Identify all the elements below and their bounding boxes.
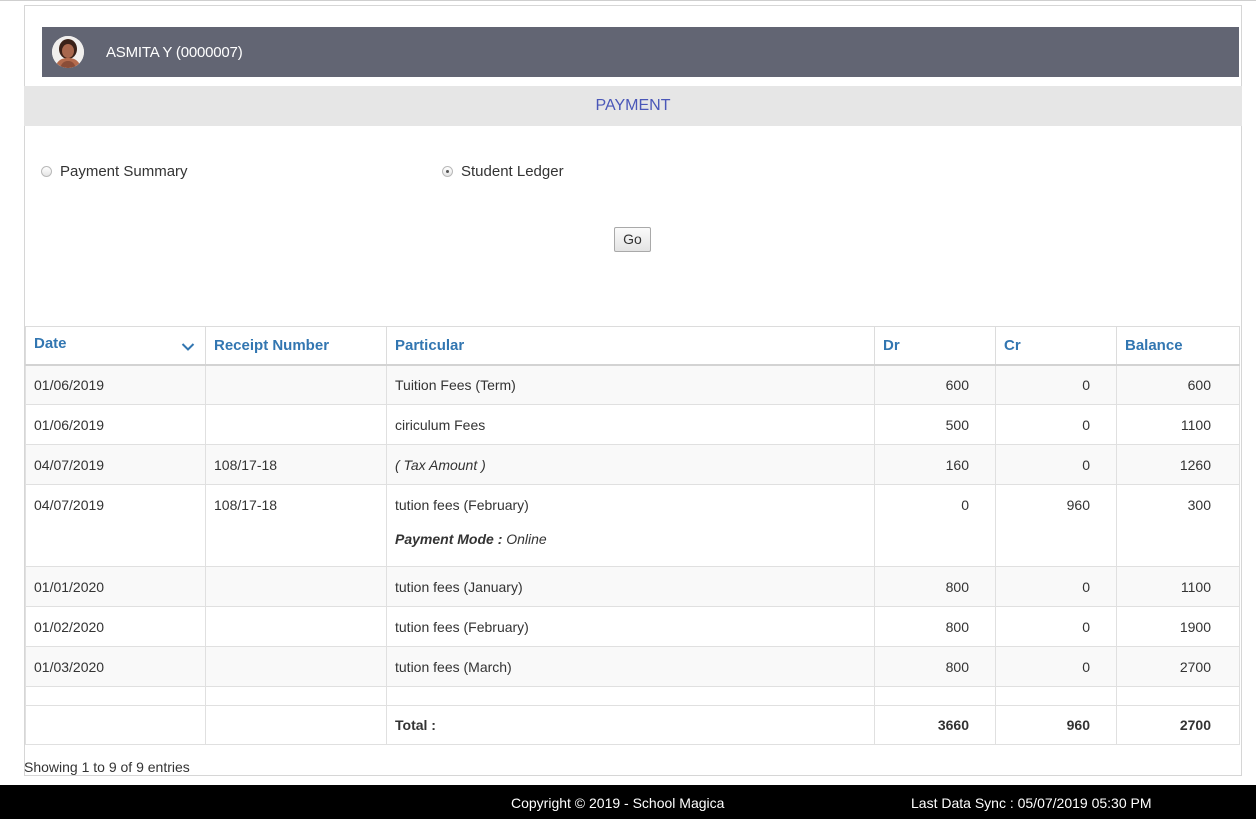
dr-cell: 500 bbox=[874, 404, 996, 445]
dr-cell: 800 bbox=[874, 606, 996, 647]
receipt-cell bbox=[205, 404, 387, 445]
column-header-dr[interactable]: Dr bbox=[874, 326, 996, 366]
dr-cell: 0 bbox=[874, 484, 996, 567]
date-cell: 01/06/2019 bbox=[25, 404, 206, 445]
particular-cell: tution fees (February) bbox=[386, 606, 875, 647]
empty-cell bbox=[386, 686, 875, 706]
receipt-cell bbox=[205, 566, 387, 607]
receipt-cell bbox=[205, 364, 387, 405]
date-cell: 01/02/2020 bbox=[25, 606, 206, 647]
student-ledger-label: Student Ledger bbox=[461, 162, 564, 180]
payment-mode-line: Payment Mode : Online bbox=[395, 531, 866, 547]
date-cell: 04/07/2019 bbox=[25, 444, 206, 485]
total-row: Total : 3660 960 2700 bbox=[25, 705, 1240, 745]
balance-cell: 1100 bbox=[1116, 404, 1240, 445]
student-name: ASMITA Y (0000007) bbox=[106, 43, 243, 61]
chevron-down-icon[interactable] bbox=[181, 339, 195, 356]
receipt-cell bbox=[205, 606, 387, 647]
balance-cell: 1260 bbox=[1116, 444, 1240, 485]
particular-cell: ( Tax Amount ) bbox=[386, 444, 875, 485]
balance-cell: 2700 bbox=[1116, 646, 1240, 687]
column-header-particular[interactable]: Particular bbox=[386, 326, 875, 366]
column-header-balance[interactable]: Balance bbox=[1116, 326, 1240, 366]
payment-mode-label: Payment Mode : bbox=[395, 531, 503, 547]
balance-cell: 300 bbox=[1116, 484, 1240, 567]
student-avatar[interactable] bbox=[52, 36, 84, 68]
payment-summary-radio[interactable]: Payment Summary bbox=[41, 160, 188, 182]
top-divider bbox=[0, 0, 1256, 4]
cr-cell: 0 bbox=[995, 404, 1117, 445]
table-header-row: Date Receipt Number Particular Dr Cr Bal… bbox=[25, 326, 1240, 366]
particular-text: tution fees (February) bbox=[395, 497, 529, 513]
table-row: 04/07/2019 108/17-18 ( Tax Amount ) 160 … bbox=[25, 444, 1240, 485]
particular-cell: ciriculum Fees bbox=[386, 404, 875, 445]
radio-button-checked-icon[interactable] bbox=[442, 165, 453, 177]
dr-cell: 800 bbox=[874, 566, 996, 607]
empty-cell bbox=[1116, 686, 1240, 706]
date-cell: 01/06/2019 bbox=[25, 364, 206, 405]
total-label: Total : bbox=[386, 705, 875, 745]
empty-cell bbox=[25, 686, 206, 706]
column-header-label: Date bbox=[34, 334, 67, 352]
cr-cell: 0 bbox=[995, 566, 1117, 607]
particular-cell: Tuition Fees (Term) bbox=[386, 364, 875, 405]
dr-cell: 160 bbox=[874, 444, 996, 485]
cr-cell: 960 bbox=[995, 484, 1117, 567]
column-header-receipt-number[interactable]: Receipt Number bbox=[205, 326, 387, 366]
particular-cell: tution fees (March) bbox=[386, 646, 875, 687]
cr-cell: 0 bbox=[995, 364, 1117, 405]
table-row: 01/06/2019 Tuition Fees (Term) 600 0 600 bbox=[25, 364, 1240, 405]
cr-cell: 0 bbox=[995, 646, 1117, 687]
particular-cell: tution fees (February) Payment Mode : On… bbox=[386, 484, 875, 567]
empty-cell bbox=[205, 686, 387, 706]
receipt-cell: 108/17-18 bbox=[205, 444, 387, 485]
payment-mode-value: Online bbox=[506, 531, 547, 547]
dr-cell: 600 bbox=[874, 364, 996, 405]
blank-row bbox=[25, 686, 1240, 706]
table-row: 01/01/2020 tution fees (January) 800 0 1… bbox=[25, 566, 1240, 607]
date-cell: 01/01/2020 bbox=[25, 566, 206, 607]
cr-cell: 0 bbox=[995, 606, 1117, 647]
column-header-cr[interactable]: Cr bbox=[995, 326, 1117, 366]
table-entries-info: Showing 1 to 9 of 9 entries bbox=[24, 759, 190, 775]
empty-cell bbox=[874, 686, 996, 706]
table-row: 01/02/2020 tution fees (February) 800 0 … bbox=[25, 606, 1240, 647]
copyright-text: Copyright © 2019 - School Magica bbox=[511, 795, 725, 811]
empty-cell bbox=[25, 705, 206, 745]
total-cr: 960 bbox=[995, 705, 1117, 745]
receipt-cell: 108/17-18 bbox=[205, 484, 387, 567]
table-row: 04/07/2019 108/17-18 tution fees (Februa… bbox=[25, 484, 1240, 567]
date-cell: 01/03/2020 bbox=[25, 646, 206, 687]
receipt-cell bbox=[205, 646, 387, 687]
last-sync-text: Last Data Sync : 05/07/2019 05:30 PM bbox=[911, 795, 1152, 811]
empty-cell bbox=[995, 686, 1117, 706]
column-header-date[interactable]: Date bbox=[25, 326, 206, 366]
payment-section-title: PAYMENT bbox=[24, 86, 1242, 126]
balance-cell: 1100 bbox=[1116, 566, 1240, 607]
radio-button-icon[interactable] bbox=[41, 165, 52, 177]
ledger-table: Date Receipt Number Particular Dr Cr Bal… bbox=[25, 326, 1240, 745]
payment-summary-label: Payment Summary bbox=[60, 162, 188, 180]
total-dr: 3660 bbox=[874, 705, 996, 745]
table-row: 01/03/2020 tution fees (March) 800 0 270… bbox=[25, 646, 1240, 687]
dr-cell: 800 bbox=[874, 646, 996, 687]
student-ledger-radio[interactable]: Student Ledger bbox=[442, 160, 564, 182]
balance-cell: 1900 bbox=[1116, 606, 1240, 647]
footer-bar: Copyright © 2019 - School Magica Last Da… bbox=[0, 785, 1256, 819]
go-button[interactable]: Go bbox=[614, 227, 651, 252]
balance-cell: 600 bbox=[1116, 364, 1240, 405]
student-header: ASMITA Y (0000007) bbox=[42, 27, 1239, 77]
cr-cell: 0 bbox=[995, 444, 1117, 485]
particular-cell: tution fees (January) bbox=[386, 566, 875, 607]
date-cell: 04/07/2019 bbox=[25, 484, 206, 567]
table-row: 01/06/2019 ciriculum Fees 500 0 1100 bbox=[25, 404, 1240, 445]
total-balance: 2700 bbox=[1116, 705, 1240, 745]
empty-cell bbox=[205, 705, 387, 745]
